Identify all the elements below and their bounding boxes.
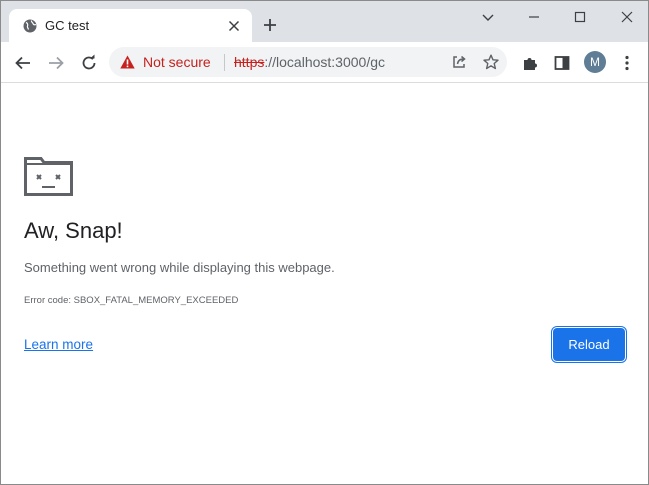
error-page: Aw, Snap! Something went wrong while dis…: [1, 83, 648, 484]
url-scheme: https: [234, 54, 265, 70]
toolbar: Not secure https://localhost:3000/gc M: [1, 42, 648, 83]
error-heading: Aw, Snap!: [24, 218, 123, 243]
reload-button[interactable]: Reload: [553, 328, 625, 361]
error-code: Error code: SBOX_FATAL_MEMORY_EXCEEDED: [24, 295, 239, 306]
side-panel-icon[interactable]: [553, 54, 571, 72]
url-text[interactable]: https://localhost:3000/gc: [234, 54, 385, 70]
close-tab-icon[interactable]: [228, 20, 240, 32]
maximize-icon[interactable]: [572, 9, 588, 25]
learn-more-link[interactable]: Learn more: [24, 337, 93, 352]
url-path: ://localhost:3000/gc: [264, 54, 385, 70]
security-status-label[interactable]: Not secure: [143, 54, 211, 70]
reload-icon[interactable]: [80, 54, 98, 72]
warning-icon[interactable]: [120, 55, 135, 69]
browser-window: GC test Not secure https://localhost:300…: [0, 0, 649, 485]
share-icon[interactable]: [451, 54, 467, 70]
error-message: Something went wrong while displaying th…: [24, 260, 335, 275]
sad-folder-icon: [24, 157, 73, 196]
back-arrow-icon[interactable]: [14, 54, 32, 72]
minimize-icon[interactable]: [526, 9, 542, 25]
tab-title: GC test: [45, 18, 90, 33]
more-menu-kebab-icon[interactable]: [618, 54, 636, 72]
extensions-puzzle-icon[interactable]: [521, 54, 539, 72]
bookmark-star-icon[interactable]: [483, 54, 499, 70]
globe-icon: [23, 19, 37, 33]
close-window-icon[interactable]: [619, 9, 635, 25]
address-bar[interactable]: Not secure https://localhost:3000/gc: [109, 47, 507, 77]
new-tab-icon[interactable]: [263, 18, 277, 32]
omnibox-divider: [224, 54, 225, 71]
profile-avatar[interactable]: M: [584, 51, 606, 73]
tab-strip: GC test: [1, 1, 648, 42]
tab-search-chevron-down-icon[interactable]: [480, 9, 496, 25]
forward-arrow-icon[interactable]: [47, 54, 65, 72]
tab-gc-test[interactable]: GC test: [9, 9, 252, 42]
